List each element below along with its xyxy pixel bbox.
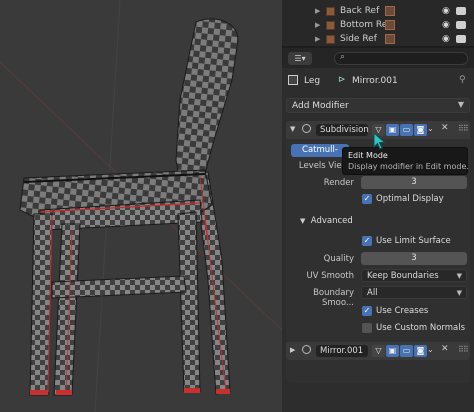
outliner-item-label: Bottom Ref	[340, 20, 391, 30]
uv-smooth-dropdown[interactable]: Keep Boundaries ▼	[361, 269, 467, 282]
add-modifier-dropdown[interactable]: Add Modifier ▼	[286, 98, 470, 113]
quality-field[interactable]: 3	[361, 252, 467, 265]
pin-icon[interactable]: ⚲	[459, 75, 466, 85]
advanced-panel-header[interactable]: ▼ Advanced	[300, 216, 353, 226]
chevron-down-icon[interactable]: ⌄	[427, 345, 434, 354]
properties-editor: ☰▾ ⌕ Leg ⊳ Mirror.001 ⚲ Add Modifier ▼ ▼…	[282, 48, 474, 412]
properties-search[interactable]: ⌕	[334, 52, 468, 65]
properties-header: ☰▾ ⌕	[282, 48, 474, 68]
mouse-cursor-icon	[373, 132, 386, 150]
outliner-item-label: Side Ref	[340, 34, 377, 44]
boundary-smooth-value: All	[367, 288, 378, 298]
edit-mode-toggle[interactable]: ▣	[386, 124, 399, 136]
object-icon	[326, 34, 335, 44]
drag-handle-icon[interactable]: ⠿⠿	[458, 345, 469, 354]
optimal-display-label: Optimal Display	[376, 194, 444, 204]
viewport-display-toggle[interactable]: ▭	[400, 345, 413, 357]
collapse-triangle-icon[interactable]: ▼	[290, 125, 295, 133]
camera-icon[interactable]	[456, 7, 466, 15]
uv-smooth-value: Keep Boundaries	[367, 271, 439, 281]
boundary-smooth-label: Boundary Smoo...	[313, 288, 354, 308]
boundary-smooth-dropdown[interactable]: All ▼	[361, 286, 467, 299]
search-input[interactable]	[351, 54, 461, 64]
catmull-clark-button[interactable]: Catmull-	[291, 144, 349, 157]
3d-viewport[interactable]	[0, 0, 282, 412]
object-icon	[326, 6, 335, 16]
eye-icon[interactable]: ◉	[442, 34, 450, 44]
on-cage-icon[interactable]: ▽	[372, 345, 385, 357]
image-icon	[385, 6, 395, 16]
edit-mode-toggle[interactable]: ▣	[386, 345, 399, 357]
uv-smooth-label: UV Smooth	[306, 271, 354, 281]
properties-editor-icon[interactable]: ☰▾	[288, 52, 312, 65]
collapse-triangle-icon: ▼	[300, 217, 306, 225]
image-icon	[385, 20, 395, 30]
outliner-item-bottom-ref[interactable]: ▶ Bottom Ref ◉	[282, 18, 474, 32]
chevron-down-icon: ▼	[456, 272, 462, 280]
use-custom-normals-checkbox[interactable]	[362, 323, 372, 333]
object-data-icon	[288, 75, 298, 85]
chevron-down-icon: ▼	[457, 100, 464, 109]
mirror-modifier-header[interactable]: ▶ Mirror.001 ▽ ▣ ▭ ◙ ⌄ ✕ ⠿⠿	[286, 342, 470, 360]
image-icon	[385, 34, 395, 44]
quality-label: Quality	[323, 254, 354, 264]
eye-icon[interactable]: ◉	[442, 6, 450, 16]
render-levels-field[interactable]: 3	[361, 176, 467, 189]
drag-handle-icon[interactable]: ⠿⠿	[458, 124, 469, 133]
use-creases-label: Use Creases	[376, 306, 429, 316]
outliner-item-label: Back Ref	[340, 6, 380, 16]
use-custom-normals-label: Use Custom Normals	[376, 323, 466, 333]
object-icon	[326, 20, 335, 30]
eye-icon[interactable]: ◉	[442, 20, 450, 30]
outliner-item-back-ref[interactable]: ▶ Back Ref ◉	[282, 4, 474, 18]
camera-icon[interactable]	[456, 35, 466, 43]
tooltip-description: Display modifier in Edit mode.	[348, 162, 469, 171]
search-icon: ⌕	[340, 52, 346, 62]
optimal-display-checkbox[interactable]: ✓	[362, 194, 372, 204]
mirror-modifier-icon	[302, 345, 311, 354]
render-toggle[interactable]: ◙	[414, 124, 427, 136]
right-panel: ▶ Back Ref ◉ ▶ Bottom Ref ◉ ▶ Side Ref ◉…	[282, 0, 474, 412]
modifier-name-field[interactable]: Subdivision	[316, 124, 369, 136]
outliner[interactable]: ▶ Back Ref ◉ ▶ Bottom Ref ◉ ▶ Side Ref ◉	[282, 0, 474, 48]
viewport-display-toggle[interactable]: ▭	[400, 124, 413, 136]
tooltip-title: Edit Mode	[348, 151, 388, 160]
expand-triangle-icon[interactable]: ▶	[290, 346, 295, 354]
tooltip: Edit Mode Display modifier in Edit mode.	[342, 147, 469, 175]
advanced-label: Advanced	[310, 216, 353, 226]
outliner-item-side-ref[interactable]: ▶ Side Ref ◉	[282, 32, 474, 46]
modifier-name-field[interactable]: Mirror.001	[316, 345, 368, 357]
close-icon[interactable]: ✕	[441, 123, 449, 133]
add-modifier-label: Add Modifier	[292, 101, 349, 111]
breadcrumb: Leg ⊳ Mirror.001 ⚲	[282, 72, 474, 90]
render-label: Render	[323, 178, 354, 188]
expand-triangle-icon[interactable]: ▶	[315, 35, 320, 43]
chair-model	[0, 0, 282, 412]
use-limit-surface-checkbox[interactable]: ✓	[362, 236, 372, 246]
camera-icon[interactable]	[456, 21, 466, 29]
subdivision-modifier-icon	[302, 124, 311, 133]
chevron-down-icon: ▼	[456, 289, 462, 297]
modifier-icon: ⊳	[338, 75, 346, 85]
use-limit-surface-label: Use Limit Surface	[376, 236, 451, 246]
breadcrumb-modifier: Mirror.001	[352, 76, 398, 86]
expand-triangle-icon[interactable]: ▶	[315, 7, 320, 15]
use-creases-checkbox[interactable]: ✓	[362, 306, 372, 316]
breadcrumb-object: Leg	[304, 76, 321, 86]
expand-triangle-icon[interactable]: ▶	[315, 21, 320, 29]
chevron-down-icon[interactable]: ⌄	[427, 124, 434, 133]
close-icon[interactable]: ✕	[441, 344, 449, 354]
render-toggle[interactable]: ◙	[414, 345, 427, 357]
